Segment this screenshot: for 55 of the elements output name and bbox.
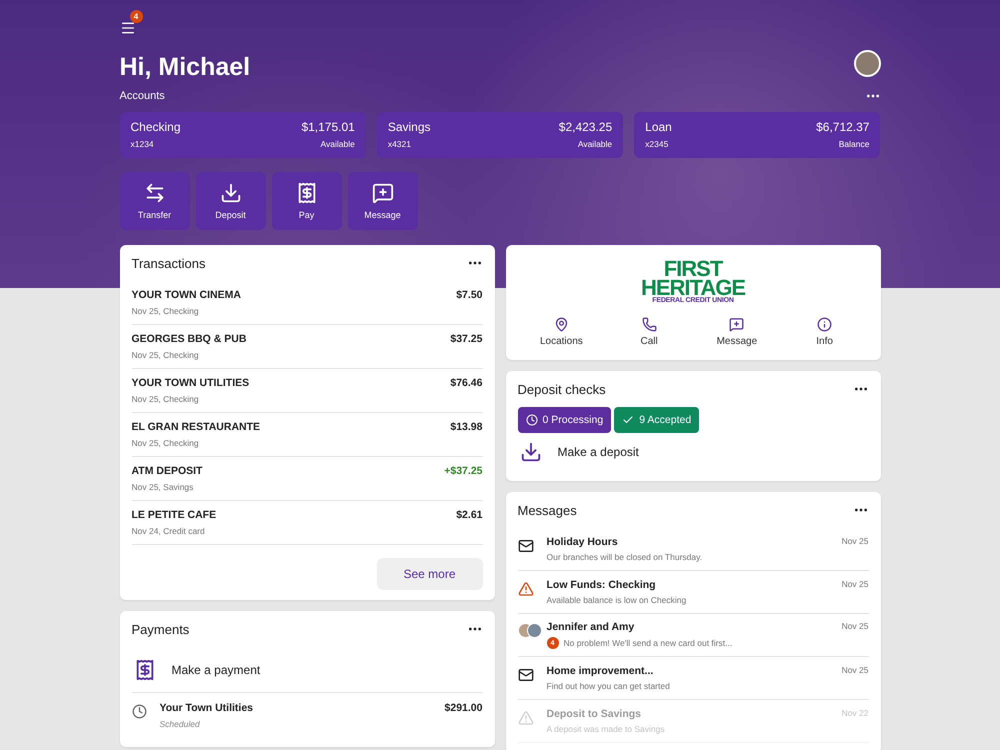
- menu-button[interactable]: [120, 20, 136, 36]
- action-button[interactable]: Message: [348, 172, 418, 230]
- quick-link[interactable]: Info: [780, 316, 868, 348]
- greeting: Hi, Michael: [120, 53, 250, 82]
- phone-icon: [642, 317, 657, 332]
- card-title: Transactions: [132, 256, 206, 270]
- clock-icon: [132, 704, 146, 718]
- quick-link[interactable]: Call: [605, 316, 693, 348]
- warning-icon: [518, 581, 534, 597]
- map-pin-icon: [554, 317, 569, 332]
- transaction-row[interactable]: ATM DEPOSIT +$37.25 Nov 25, Savings: [132, 457, 482, 501]
- section-label: Accounts: [120, 90, 165, 102]
- notification-badge: 4: [130, 10, 142, 23]
- card-title: Deposit checks: [518, 382, 606, 396]
- card-title: Payments: [132, 622, 190, 636]
- warning-icon: [518, 710, 534, 726]
- message-row[interactable]: Low Funds: Checking Nov 25 Available balance is low on Checking: [518, 571, 868, 614]
- message-preview: No problem! We'll send a new card out first...: [564, 638, 732, 648]
- action-button[interactable]: Deposit: [196, 172, 266, 230]
- message-row[interactable]: Home improvement... Nov 25 Find out how you can get started: [518, 657, 868, 700]
- message-icon: [372, 182, 394, 204]
- make-payment-row[interactable]: Make a payment: [132, 647, 482, 693]
- action-button[interactable]: Pay: [272, 172, 342, 230]
- message-preview: Find out how you can get started: [546, 681, 670, 691]
- account-card[interactable]: Loan $6,712.37 x2345 Balance: [634, 112, 880, 158]
- account-card[interactable]: Savings $2,423.25 x4321 Available: [376, 112, 624, 158]
- check-icon: [622, 414, 634, 426]
- mail-icon: [518, 538, 534, 554]
- message-preview: A deposit was made to Savings: [546, 724, 665, 734]
- quick-link[interactable]: Message: [693, 316, 781, 348]
- transaction-row[interactable]: YOUR TOWN UTILITIES $76.46 Nov 25, Checking: [132, 369, 482, 413]
- clock-icon: [526, 414, 538, 426]
- download-icon: [220, 182, 242, 204]
- see-more-button[interactable]: See more: [376, 558, 482, 590]
- transaction-row[interactable]: EL GRAN RESTAURANTE $13.98 Nov 25, Checking: [132, 413, 482, 457]
- mail-icon: [518, 667, 534, 683]
- make-deposit-row[interactable]: Make a deposit: [518, 433, 868, 471]
- message-row[interactable]: Holiday Hours Nov 25 Our branches will be closed on Thursday.: [518, 528, 868, 571]
- transaction-row[interactable]: GEORGES BBQ & PUB $37.25 Nov 25, Checking: [132, 325, 482, 369]
- avatar[interactable]: [854, 50, 880, 77]
- account-card[interactable]: Checking $1,175.01 x1234 Available: [120, 112, 366, 158]
- quick-link[interactable]: Locations: [518, 316, 606, 348]
- info-icon: [817, 317, 832, 332]
- status-pill[interactable]: 0 Processing: [518, 407, 612, 433]
- card-title: Messages: [518, 502, 577, 518]
- transaction-row[interactable]: YOUR TOWN CINEMA $7.50 Nov 25, Checking: [132, 281, 482, 325]
- avatar: [526, 623, 542, 638]
- message-icon: [729, 317, 744, 332]
- message-preview: Available balance is low on Checking: [546, 595, 686, 605]
- payment-row[interactable]: Your Town Utilities $291.00 Scheduled: [132, 693, 482, 737]
- message-preview: Our branches will be closed on Thursday.: [546, 552, 702, 562]
- action-button[interactable]: Transfer: [120, 172, 190, 230]
- status-pill[interactable]: 9 Accepted: [614, 407, 700, 433]
- download-icon: [520, 441, 542, 463]
- transaction-row[interactable]: LE PETITE CAFE $2.61 Nov 24, Credit card: [132, 501, 482, 545]
